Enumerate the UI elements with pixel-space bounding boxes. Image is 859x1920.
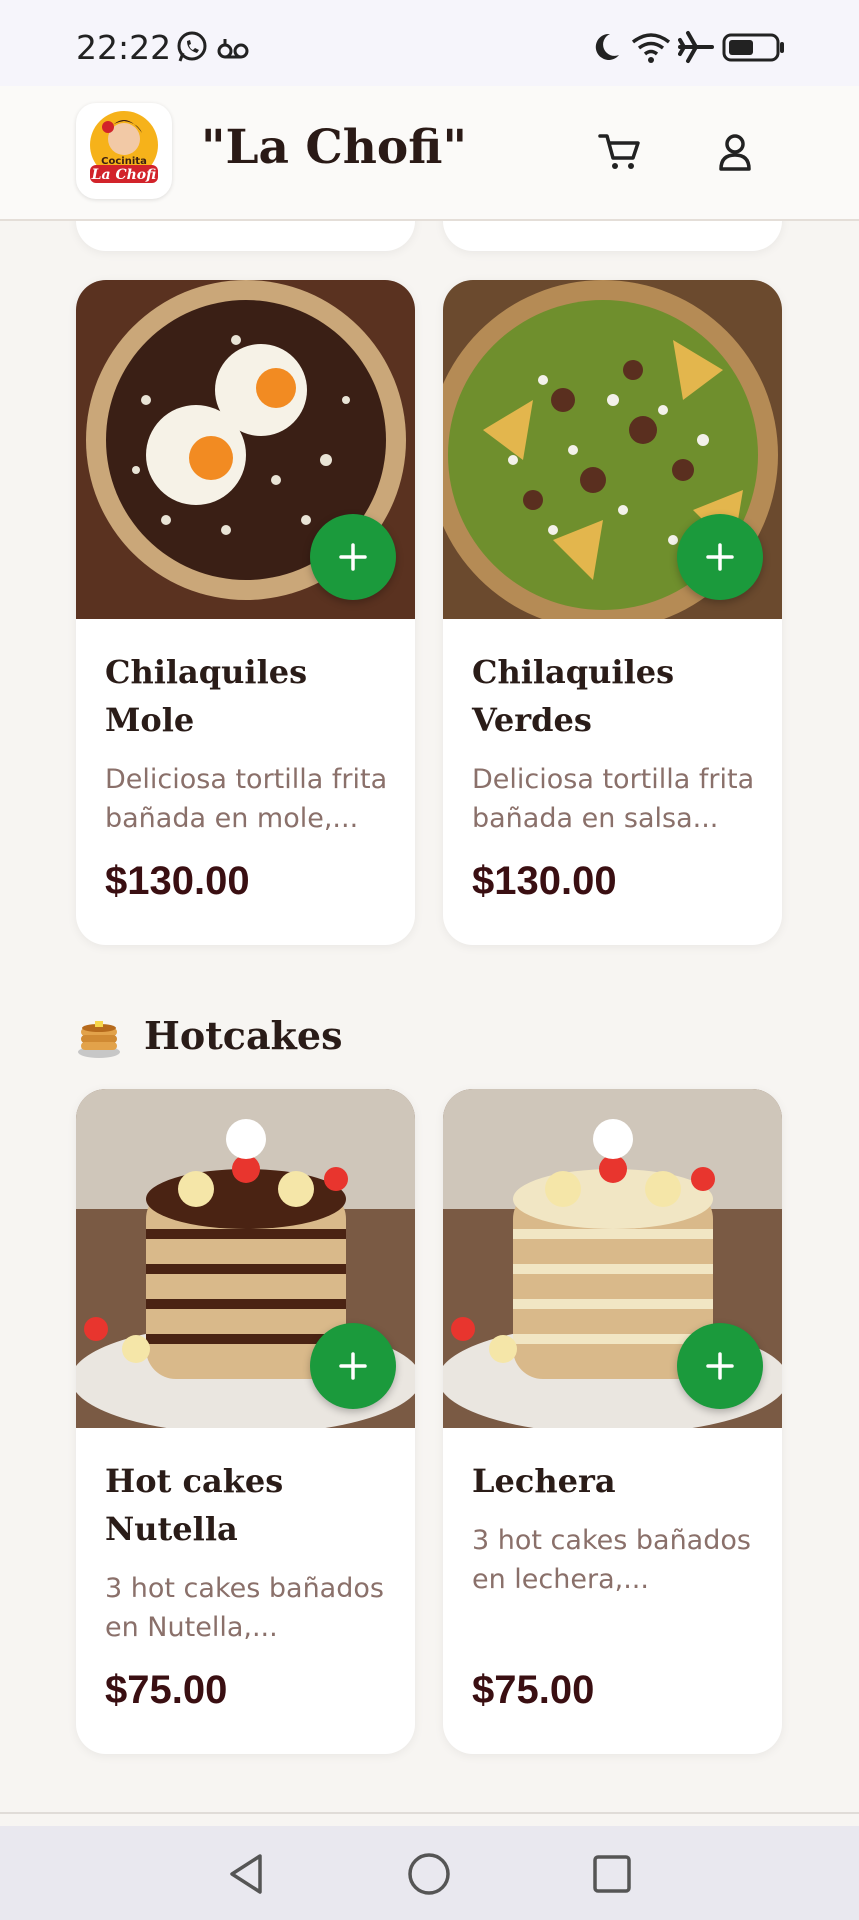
back-button[interactable] bbox=[216, 1844, 276, 1904]
item-description: Deliciosa tortilla frita bañada en mole,… bbox=[105, 764, 388, 834]
whatsapp-icon bbox=[177, 31, 207, 62]
moon-icon bbox=[595, 33, 619, 60]
add-to-cart-button[interactable] bbox=[310, 514, 396, 600]
item-description: 3 hot cakes bañados en Nutella,... bbox=[105, 1573, 384, 1643]
wifi-icon bbox=[631, 33, 671, 63]
airplane-icon bbox=[678, 31, 714, 63]
back-icon bbox=[230, 1854, 262, 1894]
item-price: $130.00 bbox=[105, 859, 250, 903]
section-title: Hotcakes bbox=[144, 1013, 343, 1058]
item-price: $75.00 bbox=[105, 1668, 228, 1712]
item-title: Chilaquiles Verdes bbox=[472, 653, 675, 739]
system-nav-bar bbox=[0, 1826, 859, 1920]
item-description: 3 hot cakes bañados en lechera,... bbox=[472, 1525, 751, 1595]
menu-card-partial[interactable] bbox=[76, 221, 415, 251]
plus-icon bbox=[706, 543, 734, 571]
item-description: Deliciosa tortilla frita bañada en salsa… bbox=[472, 764, 755, 834]
logo-text-bottom: La Chofi bbox=[91, 167, 157, 183]
menu-card[interactable]: Chilaquiles Mole Deliciosa tortilla frit… bbox=[76, 280, 415, 945]
cart-icon bbox=[598, 134, 640, 169]
status-bar: 22:22 bbox=[0, 0, 859, 86]
menu-content[interactable]: Chilaquiles Mole Deliciosa tortilla frit… bbox=[0, 221, 859, 1813]
user-icon bbox=[719, 134, 751, 171]
plus-icon bbox=[339, 1352, 367, 1380]
divider bbox=[0, 1812, 859, 1814]
recents-button[interactable] bbox=[582, 1844, 642, 1904]
recents-icon bbox=[593, 1855, 631, 1893]
app-header: Cocinita La Chofi "La Chofi" bbox=[0, 86, 859, 221]
battery-icon bbox=[722, 33, 784, 62]
add-to-cart-button[interactable] bbox=[310, 1323, 396, 1409]
logo-text-top: Cocinita bbox=[101, 156, 147, 167]
menu-card[interactable]: Chilaquiles Verdes Deliciosa tortilla fr… bbox=[443, 280, 782, 945]
item-title: Hot cakes Nutella bbox=[105, 1462, 284, 1548]
menu-card-partial[interactable] bbox=[443, 221, 782, 251]
pancakes-icon bbox=[78, 1021, 120, 1058]
voicemail-icon bbox=[217, 39, 249, 59]
item-title: Chilaquiles Mole bbox=[105, 653, 308, 739]
add-to-cart-button[interactable] bbox=[677, 1323, 763, 1409]
item-price: $75.00 bbox=[472, 1668, 595, 1712]
account-button[interactable] bbox=[706, 124, 764, 182]
item-price: $130.00 bbox=[472, 859, 617, 903]
brand-logo[interactable]: Cocinita La Chofi bbox=[76, 103, 172, 199]
cart-button[interactable] bbox=[592, 124, 650, 182]
brand-title: "La Chofi" bbox=[201, 120, 467, 175]
home-icon bbox=[408, 1853, 450, 1895]
plus-icon bbox=[339, 543, 367, 571]
home-button[interactable] bbox=[399, 1844, 459, 1904]
item-title: Lechera bbox=[472, 1462, 616, 1500]
menu-card[interactable]: Lechera 3 hot cakes bañados en lechera,.… bbox=[443, 1089, 782, 1754]
status-time: 22:22 bbox=[76, 28, 172, 67]
menu-card[interactable]: Hot cakes Nutella 3 hot cakes bañados en… bbox=[76, 1089, 415, 1754]
plus-icon bbox=[706, 1352, 734, 1380]
add-to-cart-button[interactable] bbox=[677, 514, 763, 600]
